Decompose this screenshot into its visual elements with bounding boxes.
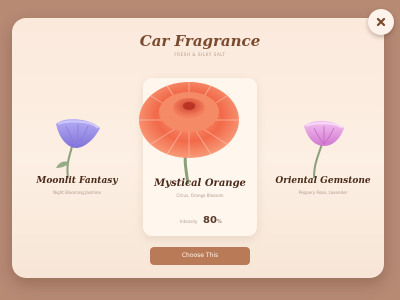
- pink-flower-icon[interactable]: [298, 114, 350, 178]
- modal-subtitle: FRESH & SILKY SALT: [174, 52, 226, 57]
- intensity-value: 80: [203, 215, 217, 226]
- purple-flower-icon[interactable]: [50, 112, 106, 178]
- intensity-unit: %: [217, 219, 222, 225]
- option-description-oriental-gemstone: Peppery Rose, Lavender: [298, 190, 348, 195]
- intensity-label: Intensity: [180, 219, 198, 224]
- close-icon: [376, 17, 386, 27]
- option-name-mystical-orange[interactable]: Mystical Orange: [143, 178, 257, 189]
- orange-flower-icon[interactable]: [128, 64, 250, 186]
- option-description-mystical-orange: Citrus, Orange Blossom: [176, 193, 224, 198]
- choose-this-button[interactable]: Choose This: [150, 247, 250, 265]
- option-name-oriental-gemstone[interactable]: Oriental Gemstone: [272, 176, 374, 186]
- option-description-moonlit-fantasy: Night Blooming Jasmine: [53, 190, 101, 195]
- modal-title: Car Fragrance: [139, 32, 261, 50]
- option-name-moonlit-fantasy[interactable]: Moonlit Fantasy: [30, 176, 124, 186]
